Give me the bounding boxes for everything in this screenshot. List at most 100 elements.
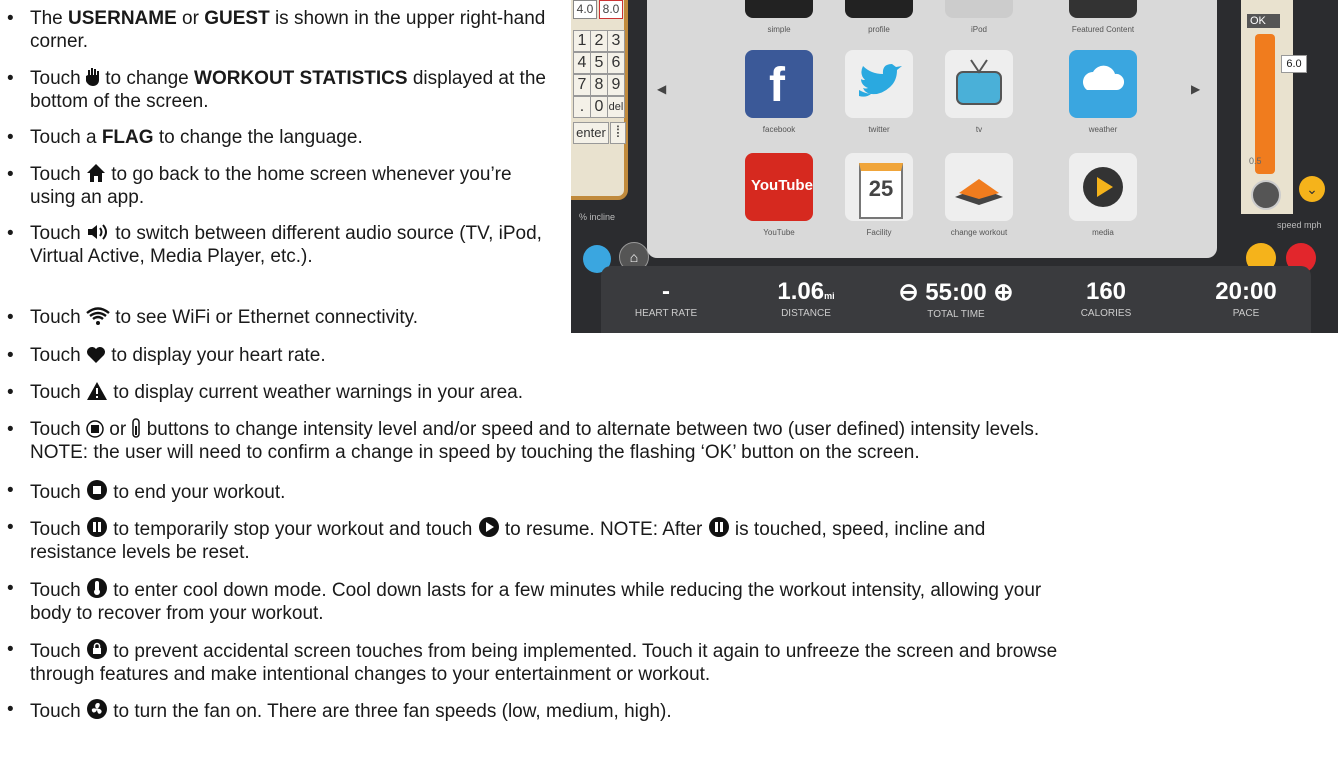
thermometer-icon [86,578,107,598]
treadmill-screenshot: 4.0 8.0 1 2 3 4 5 6 7 8 9 . 0 del enter … [571,0,1338,333]
app-change-workout[interactable] [945,153,1013,221]
key[interactable]: 7 [573,74,591,96]
stats-bar: - HEART RATE 1.06mi DISTANCE ⊖ 55:00 ⊕ TOTA… [601,266,1311,333]
key[interactable]: 4 [573,52,591,74]
stat-pace[interactable]: 20:00 PACE [1181,278,1311,319]
slider-icon [132,418,141,438]
calendar-day: 25 [868,176,894,201]
key-del[interactable]: del [607,96,625,118]
speed-label: speed mph [1277,220,1322,230]
warning-icon [86,382,107,400]
stat-heart-rate[interactable]: - HEART RATE [601,278,731,319]
home-icon [86,164,105,182]
text: or [176,8,205,29]
app-label: change workout [950,228,1008,237]
app-screen: ◀ ▶ simple profile iPod Featured Content… [647,0,1217,258]
list-item: • Touch or buttons to change intensity l… [7,418,1040,463]
key[interactable]: 2 [590,30,608,52]
key[interactable]: 9 [607,74,625,96]
app-label: Facility [866,228,892,237]
pause-icon [708,517,729,537]
speaker-icon [87,224,107,240]
app-youtube[interactable]: YouTube [745,153,813,221]
pause-icon [86,517,107,537]
facebook-icon: f [769,59,785,112]
app-ipod[interactable] [945,0,1013,18]
right-arrow-icon[interactable]: ▶ [1191,82,1200,96]
app-tv[interactable] [945,50,1013,118]
app-label: Featured Content [1071,25,1135,34]
stop-icon [86,480,107,500]
change-workout-icon [955,179,1003,205]
list-item: • Touch to turn the fan on. There are th… [7,699,672,722]
app-label: twitter [868,125,890,134]
app-media[interactable] [1069,153,1137,221]
cloud-icon [1083,65,1125,90]
app-facebook[interactable]: f [745,50,813,118]
ok-button[interactable]: OK [1247,14,1280,28]
twitter-icon [859,64,902,97]
chevron-down-icon[interactable]: ⌄ [1299,176,1325,202]
app-simple[interactable] [745,0,813,18]
bold-text: GUEST [204,8,270,29]
preset-value[interactable]: 8.0 [599,0,623,19]
calendar-icon: 25 [859,163,903,219]
tv-icon [956,59,1002,105]
app-label: YouTube [763,228,795,237]
list-item: • Touch to display your heart rate. [7,345,326,366]
lock-icon [86,639,107,659]
text: The [30,8,69,29]
speed-panel: OK 6.0 0.5 [1241,0,1307,214]
list-item: • The USERNAME or GUEST is shown in the … [7,8,546,52]
list-item: • Touch to end your workout. [7,480,286,503]
speed-value: 6.0 [1281,55,1307,73]
stat-distance[interactable]: 1.06mi DISTANCE [741,278,871,319]
media-play-icon [1083,167,1123,207]
key[interactable]: 6 [607,52,625,74]
plus-icon[interactable]: ⊕ [993,279,1013,306]
app-profile[interactable] [845,0,913,18]
app-label: tv [975,125,983,134]
app-label: profile [868,25,890,34]
hand-icon [85,68,99,86]
incline-label: % incline [579,212,616,222]
key[interactable]: . [573,96,591,118]
app-label: simple [767,25,791,34]
enter-button[interactable]: enter [573,122,609,144]
fan-icon [86,699,107,719]
list-item: • Touch to temporarily stop your workout… [7,517,986,563]
list-item: • Touch to switch between different audi… [7,223,542,267]
speed-track[interactable] [1255,34,1275,174]
key[interactable]: 8 [590,74,608,96]
list-item: • Touch to display current weather warni… [7,382,524,403]
key[interactable]: 3 [607,30,625,52]
keypad-button[interactable] [1251,180,1281,210]
key[interactable]: 1 [573,30,591,52]
list-item: • Touch to change WORKOUT STATISTICS dis… [7,68,546,112]
app-label: facebook [762,125,796,134]
list-item: • Touch to go back to the home screen wh… [7,164,512,208]
slider-icon[interactable]: ⁞ [610,122,626,144]
list-item: • Touch a FLAG to change the language. [7,127,363,148]
stat-total-time[interactable]: ⊖ 55:00 ⊕ TOTAL TIME [881,278,1031,320]
app-facility[interactable]: 25 [845,153,913,221]
speed-low-label: 0.5 [1249,156,1262,166]
app-label: media [1092,228,1114,237]
app-label: weather [1088,125,1118,134]
list-item: • Touch to enter cool down mode. Cool do… [7,578,1042,624]
app-featured[interactable] [1069,0,1137,18]
key[interactable]: 0 [590,96,608,118]
stat-calories[interactable]: 160 CALORIES [1041,278,1171,319]
app-weather[interactable] [1069,50,1137,118]
list-item: • Touch to see WiFi or Ethernet connecti… [7,307,418,328]
play-icon [478,517,499,537]
youtube-logo: YouTube [751,177,813,194]
preset-value[interactable]: 4.0 [573,0,597,19]
keypad-icon [86,420,104,438]
keypad-panel: 4.0 8.0 1 2 3 4 5 6 7 8 9 . 0 del enter … [571,0,628,200]
app-twitter[interactable] [845,50,913,118]
bold-text: USERNAME [68,8,177,29]
key[interactable]: 5 [590,52,608,74]
left-arrow-icon[interactable]: ◀ [657,82,666,96]
minus-icon[interactable]: ⊖ [899,279,919,306]
